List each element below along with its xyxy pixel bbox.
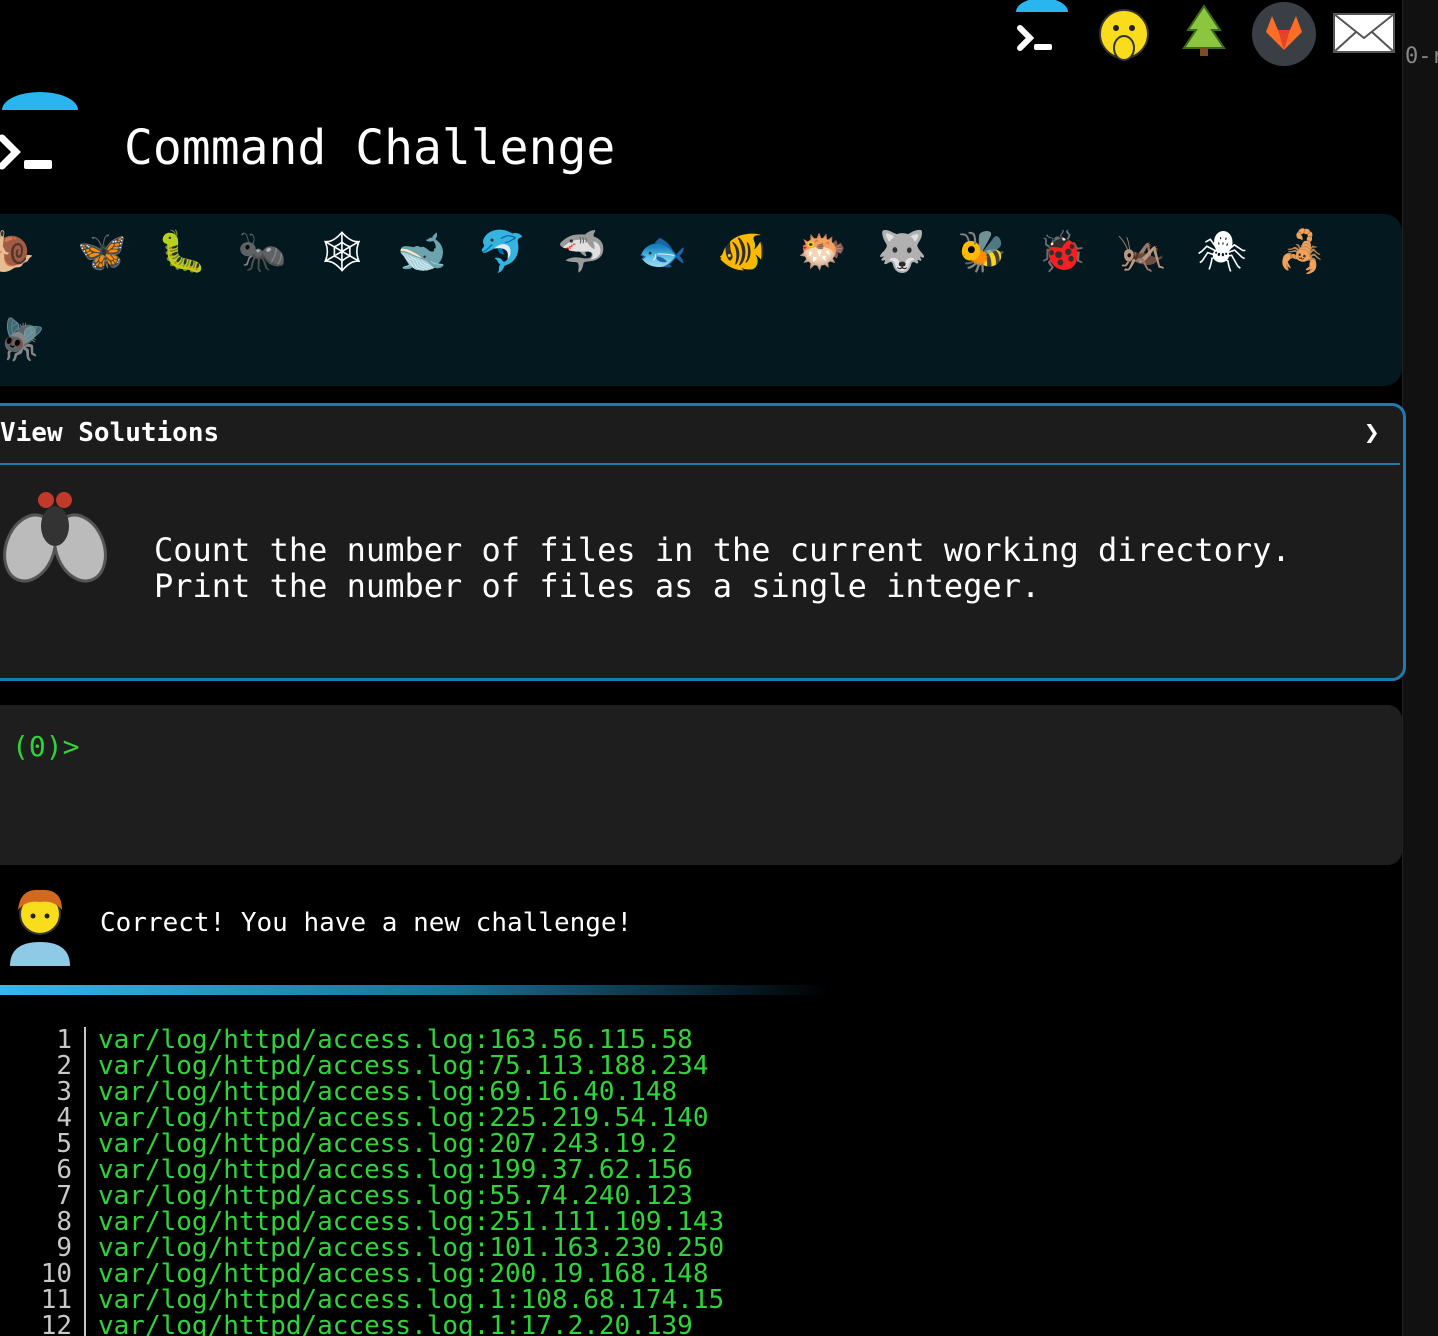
line-number: 12 xyxy=(0,1313,86,1336)
line-text: var/log/httpd/access.log:75.113.188.234 xyxy=(98,1051,709,1081)
view-solutions-label[interactable]: View Solutions xyxy=(0,418,219,448)
output-line: 2 var/log/httpd/access.log:75.113.188.234 xyxy=(0,1053,1400,1079)
line-number: 2 xyxy=(0,1053,86,1079)
gitlab-icon[interactable] xyxy=(1252,0,1316,70)
adjacent-window-text: 0-r xyxy=(1405,44,1438,69)
divider xyxy=(0,985,830,995)
spider-web-icon[interactable]: 🕸 xyxy=(312,228,372,276)
cricket-icon[interactable]: 🦗 xyxy=(1112,228,1172,276)
output-line: 6 var/log/httpd/access.log:199.37.62.156 xyxy=(0,1157,1400,1183)
butterfly-icon[interactable]: 🦋 xyxy=(72,228,132,276)
line-text: var/log/httpd/access.log:101.163.230.250 xyxy=(98,1233,725,1263)
fly-icon[interactable]: 🪰 xyxy=(0,316,52,364)
line-text: var/log/httpd/access.log:200.19.168.148 xyxy=(98,1259,709,1289)
line-number: 10 xyxy=(0,1261,86,1287)
output-line: 9 var/log/httpd/access.log:101.163.230.25… xyxy=(0,1235,1400,1261)
line-number: 1 xyxy=(0,1027,86,1053)
challenge-icon-bar: 🐌 🦋 🐛 🐜 🕸 🐋 🐬 🦈 🐟 🐠 🐡 🐺 🐝 🐞 🦗 🕷 🦂 🪰 xyxy=(0,214,1402,386)
terminal-input-area[interactable] xyxy=(0,705,1402,865)
status-message: Correct! You have a new challenge! xyxy=(100,908,633,938)
site-logo-icon[interactable] xyxy=(0,92,80,182)
line-text: var/log/httpd/access.log:69.16.40.148 xyxy=(98,1077,678,1107)
tropical-fish-icon[interactable]: 🐠 xyxy=(712,228,772,276)
snail-icon[interactable]: 🐌 xyxy=(0,228,40,276)
line-text: var/log/httpd/access.log:225.219.54.140 xyxy=(98,1103,709,1133)
command-output: 1 var/log/httpd/access.log:163.56.115.58 2… xyxy=(0,1027,1400,1336)
fish-icon[interactable]: 🐟 xyxy=(632,228,692,276)
line-number: 9 xyxy=(0,1235,86,1261)
envelope-icon[interactable] xyxy=(1332,0,1395,70)
line-text: var/log/httpd/access.log:163.56.115.58 xyxy=(98,1027,693,1055)
tree-icon[interactable] xyxy=(1176,0,1236,70)
line-number: 8 xyxy=(0,1209,86,1235)
bee-icon[interactable]: 🐝 xyxy=(952,228,1012,276)
shark-icon[interactable]: 🦈 xyxy=(552,228,612,276)
output-line: 7 var/log/httpd/access.log:55.74.240.123 xyxy=(0,1183,1400,1209)
output-line: 12 var/log/httpd/access.log.1:17.2.20.139 xyxy=(0,1313,1400,1336)
page-title: Command Challenge xyxy=(124,120,616,176)
adjacent-window-strip xyxy=(1402,0,1438,1336)
output-line: 10 var/log/httpd/access.log:200.19.168.14… xyxy=(0,1261,1400,1287)
man-avatar-icon xyxy=(4,884,76,970)
spider-icon[interactable]: 🕷 xyxy=(1192,228,1252,276)
line-text: var/log/httpd/access.log.1:17.2.20.139 xyxy=(98,1311,693,1336)
caterpillar-icon[interactable]: 🐛 xyxy=(152,228,212,276)
chevron-right-icon[interactable]: ❯ xyxy=(1364,418,1380,448)
output-line: 11 var/log/httpd/access.log.1:108.68.174.… xyxy=(0,1287,1400,1313)
line-number: 11 xyxy=(0,1287,86,1313)
output-line: 3 var/log/httpd/access.log:69.16.40.148 xyxy=(0,1079,1400,1105)
output-line: 1 var/log/httpd/access.log:163.56.115.58 xyxy=(0,1027,1400,1053)
line-number: 6 xyxy=(0,1157,86,1183)
fly-icon xyxy=(0,486,110,596)
scorpion-icon[interactable]: 🦂 xyxy=(1272,228,1332,276)
line-text: var/log/httpd/access.log:251.111.109.143 xyxy=(98,1207,725,1237)
line-number: 7 xyxy=(0,1183,86,1209)
ant-icon[interactable]: 🐜 xyxy=(232,228,292,276)
whale-icon[interactable]: 🐋 xyxy=(392,228,452,276)
terminal-prompt: (0)> xyxy=(12,730,80,763)
line-text: var/log/httpd/access.log.1:108.68.174.15 xyxy=(98,1285,725,1315)
output-line: 5 var/log/httpd/access.log:207.243.19.2 xyxy=(0,1131,1400,1157)
line-number: 3 xyxy=(0,1079,86,1105)
line-text: var/log/httpd/access.log:207.243.19.2 xyxy=(98,1129,678,1159)
face-hand-over-mouth-icon[interactable] xyxy=(1096,0,1156,70)
line-number: 5 xyxy=(0,1131,86,1157)
line-text: var/log/httpd/access.log:199.37.62.156 xyxy=(98,1155,693,1185)
line-text: var/log/httpd/access.log:55.74.240.123 xyxy=(98,1181,693,1211)
blowfish-icon[interactable]: 🐡 xyxy=(792,228,852,276)
line-number: 4 xyxy=(0,1105,86,1131)
dolphin-icon[interactable]: 🐬 xyxy=(472,228,532,276)
challenge-description: Count the number of files in the current… xyxy=(154,531,1291,605)
ladybug-icon[interactable]: 🐞 xyxy=(1032,228,1092,276)
output-line: 8 var/log/httpd/access.log:251.111.109.14… xyxy=(0,1209,1400,1235)
wolf-icon[interactable]: 🐺 xyxy=(872,228,932,276)
output-line: 4 var/log/httpd/access.log:225.219.54.140 xyxy=(0,1105,1400,1131)
terminal-logo-icon[interactable] xyxy=(1012,0,1072,70)
